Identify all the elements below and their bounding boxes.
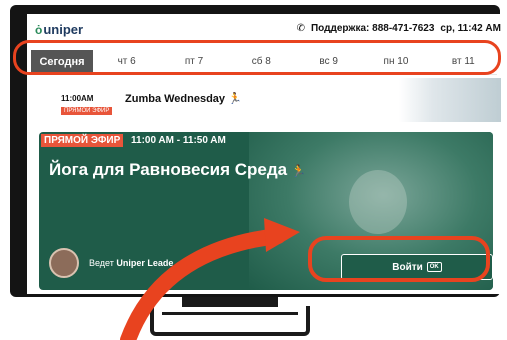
pointer-arrow-icon	[120, 218, 300, 340]
